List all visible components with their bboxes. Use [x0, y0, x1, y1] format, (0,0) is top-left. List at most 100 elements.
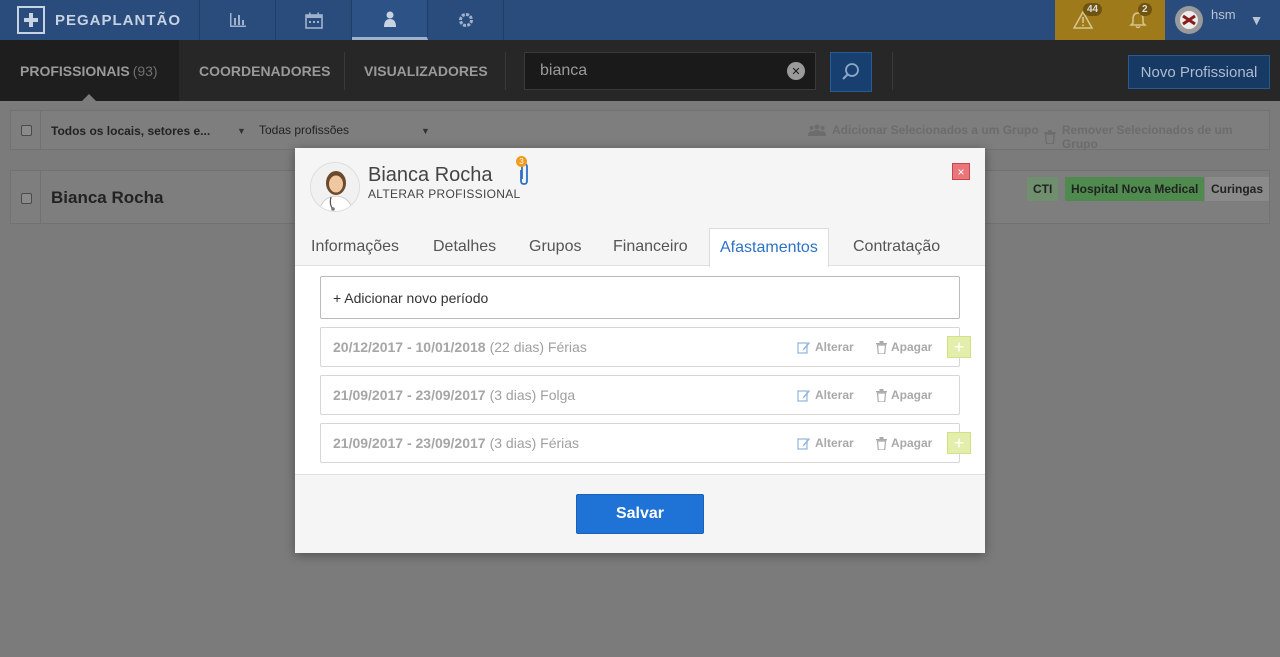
delete-label: Apagar	[891, 340, 933, 354]
divider	[505, 52, 506, 90]
modal-subtitle: ALTERAR PROFISSIONAL	[368, 187, 521, 201]
plus-icon[interactable]: +	[947, 432, 971, 454]
bar-chart-icon	[229, 13, 246, 27]
app-logo[interactable]: PEGAPLANTÃO	[0, 0, 200, 40]
filter-bar: Todos os locais, setores e... ▼ Todas pr…	[10, 110, 1270, 151]
select-all-checkbox[interactable]	[21, 125, 32, 136]
list-item: 20/12/2017 - 10/01/2018 (22 dias) Férias…	[320, 327, 960, 367]
profile-avatar	[310, 162, 360, 212]
add-period-button[interactable]: + Adicionar novo período	[320, 276, 960, 319]
search-button[interactable]	[830, 52, 872, 92]
nav-settings[interactable]	[428, 0, 504, 40]
caret-down-icon: ▼	[421, 126, 430, 136]
tag-hospital: Hospital Nova Medical	[1065, 177, 1205, 201]
tab-profissionais[interactable]: PROFISSIONAIS (93)	[0, 40, 179, 101]
sub-navigation: PROFISSIONAIS (93) COORDENADORES VISUALI…	[0, 40, 1280, 101]
location-filter[interactable]: Todos os locais, setores e...	[51, 124, 210, 138]
tab-visualizadores[interactable]: VISUALIZADORES	[364, 40, 488, 101]
modal-footer: Salvar	[295, 474, 985, 553]
edit-period-button[interactable]: Alterar	[797, 340, 854, 354]
row-checkbox[interactable]	[21, 193, 32, 204]
professional-name: Bianca Rocha	[51, 188, 164, 207]
user-icon	[383, 11, 396, 27]
edit-professional-modal: Bianca Rocha ALTERAR PROFISSIONAL 3 × In…	[295, 148, 985, 553]
user-name: hsm	[1211, 6, 1236, 22]
divider	[40, 171, 41, 223]
caret-down-icon: ▼	[237, 126, 246, 136]
edit-label: Alterar	[815, 388, 854, 402]
list-item: 21/09/2017 - 23/09/2017 (3 dias) Férias …	[320, 423, 960, 463]
hospital-logo-icon	[1175, 6, 1203, 34]
caret-down-icon: ▼	[1249, 12, 1264, 28]
tab-financeiro[interactable]: Financeiro	[613, 238, 688, 256]
nav-users[interactable]	[352, 0, 428, 40]
edit-period-button[interactable]: Alterar	[797, 388, 854, 402]
warnings-button[interactable]: 44	[1055, 0, 1110, 40]
tab-label: PROFISSIONAIS	[20, 62, 130, 79]
list-item: 21/09/2017 - 23/09/2017 (3 dias) Folga A…	[320, 375, 960, 415]
tab-label: VISUALIZADORES	[364, 62, 488, 79]
add-selected-to-group-button[interactable]: Adicionar Selecionados a um Grupo	[808, 123, 1039, 137]
delete-label: Apagar	[891, 436, 933, 450]
period-dates: 21/09/2017 - 23/09/2017	[333, 387, 486, 403]
tab-informacoes[interactable]: Informações	[311, 238, 399, 256]
search-input[interactable]	[525, 62, 775, 80]
attachment-count: 3	[516, 156, 527, 167]
period-details: (3 dias) Folga	[489, 387, 576, 403]
alerts-area: 44 2	[1055, 0, 1165, 40]
modal-header: Bianca Rocha ALTERAR PROFISSIONAL 3 × In…	[295, 148, 985, 267]
profession-filter[interactable]: Todas profissões	[259, 123, 349, 137]
tab-detalhes[interactable]: Detalhes	[433, 238, 496, 256]
notifications-count: 2	[1138, 3, 1152, 16]
divider	[892, 52, 893, 90]
users-icon	[808, 124, 826, 136]
tab-afastamentos[interactable]: Afastamentos	[709, 228, 829, 267]
tag-sector: CTI	[1027, 177, 1059, 201]
divider	[344, 52, 345, 90]
logo-text: PEGAPLANTÃO	[55, 11, 182, 29]
remove-selected-label: Remover Selecionados de um Grupo	[1061, 123, 1233, 151]
gear-icon	[458, 13, 473, 27]
nav-reports[interactable]	[200, 0, 276, 40]
delete-period-button[interactable]: Apagar	[876, 340, 932, 354]
close-button[interactable]: ×	[952, 163, 970, 180]
nav-calendar[interactable]	[276, 0, 352, 40]
notifications-button[interactable]: 2	[1110, 0, 1165, 40]
edit-label: Alterar	[815, 436, 854, 450]
user-menu[interactable]: hsm ▼	[1165, 0, 1280, 40]
period-dates: 20/12/2017 - 10/01/2018	[333, 339, 486, 355]
tab-grupos[interactable]: Grupos	[529, 238, 581, 256]
edit-label: Alterar	[815, 340, 854, 354]
delete-period-button[interactable]: Apagar	[876, 388, 932, 402]
trash-icon	[876, 436, 887, 450]
clear-search-icon[interactable]: ✕	[787, 62, 805, 80]
modal-title: Bianca Rocha	[368, 164, 493, 186]
plus-logo-icon	[17, 6, 45, 34]
delete-label: Apagar	[891, 388, 933, 402]
remove-selected-from-group-button[interactable]: Remover Selecionados de um Grupo	[1044, 123, 1269, 151]
new-professional-button[interactable]: Novo Profissional	[1128, 55, 1270, 89]
divider	[40, 111, 41, 149]
add-selected-label: Adicionar Selecionados a um Grupo	[832, 123, 1039, 137]
search-box: ✕	[524, 52, 816, 90]
tab-count: (93)	[132, 62, 158, 79]
tag-group: Curingas	[1205, 177, 1270, 201]
calendar-icon	[304, 12, 323, 29]
tab-coordenadores[interactable]: COORDENADORES	[199, 40, 330, 101]
period-details: (22 dias) Férias	[489, 339, 587, 355]
edit-icon	[797, 438, 810, 450]
edit-icon	[797, 390, 810, 402]
plus-icon[interactable]: +	[947, 336, 971, 358]
tab-label: COORDENADORES	[199, 62, 331, 79]
save-button[interactable]: Salvar	[576, 494, 704, 534]
tab-contratacao[interactable]: Contratação	[853, 238, 940, 256]
trash-icon	[876, 340, 887, 354]
trash-icon	[1044, 130, 1056, 144]
delete-period-button[interactable]: Apagar	[876, 436, 932, 450]
edit-period-button[interactable]: Alterar	[797, 436, 854, 450]
warnings-count: 44	[1083, 3, 1103, 16]
active-tab-indicator	[82, 94, 96, 101]
period-dates: 21/09/2017 - 23/09/2017	[333, 435, 486, 451]
edit-icon	[797, 342, 810, 354]
trash-icon	[876, 388, 887, 402]
